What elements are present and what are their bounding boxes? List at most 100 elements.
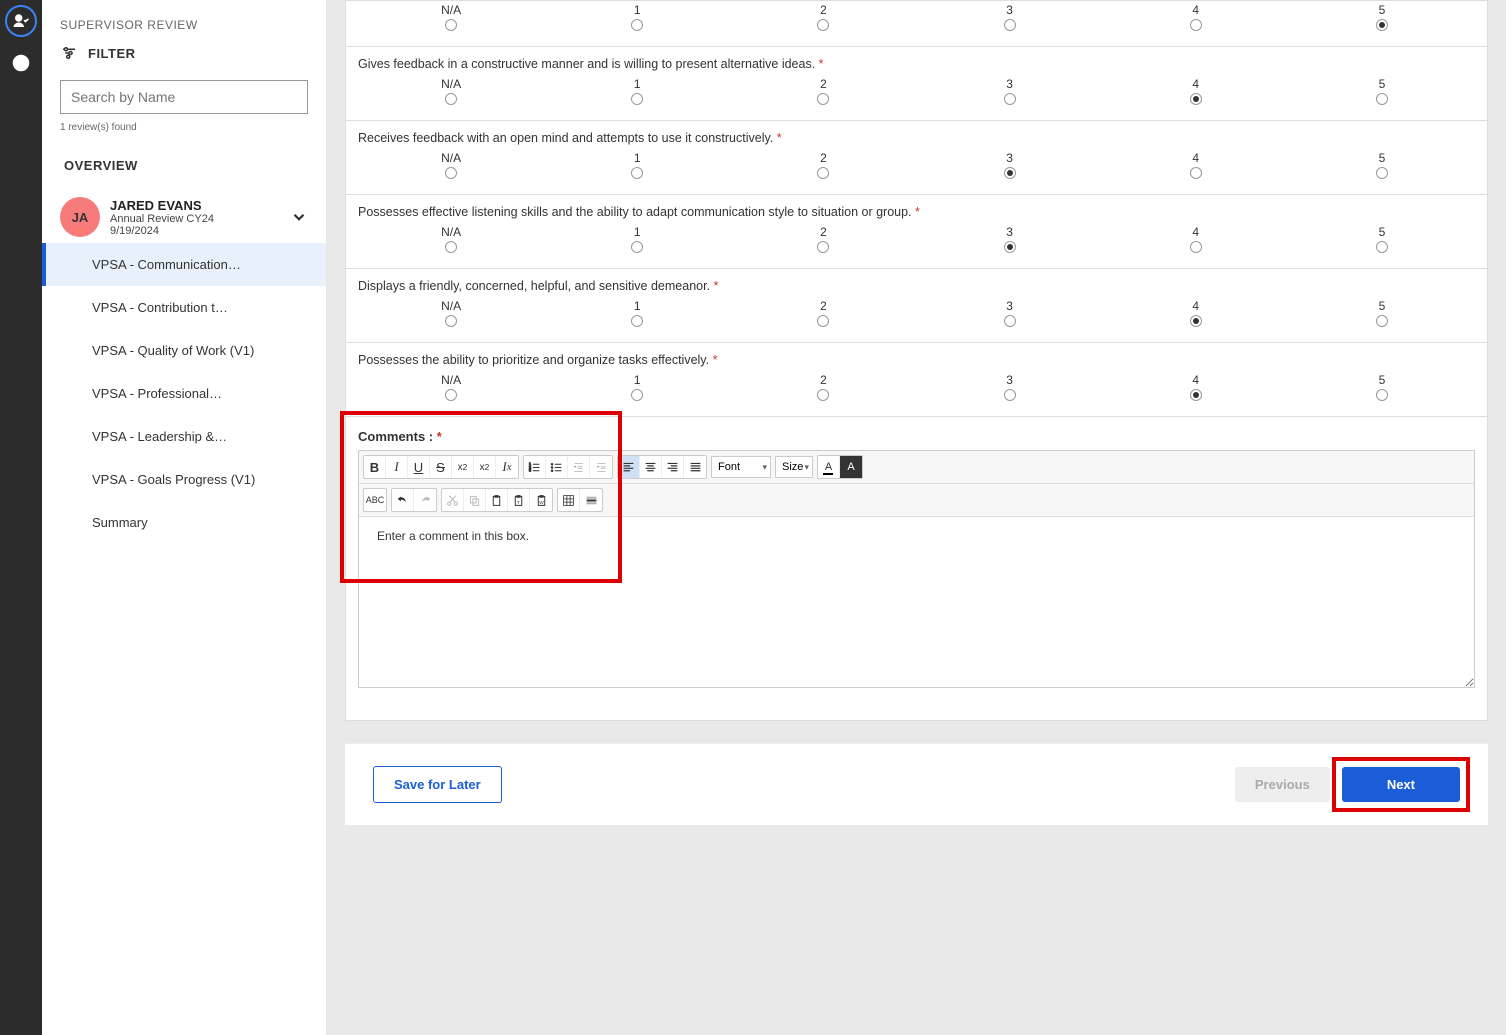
rating-radio[interactable] xyxy=(817,93,829,105)
rating-radio[interactable] xyxy=(631,389,643,401)
filter-label: FILTER xyxy=(88,46,136,61)
list-icon[interactable] xyxy=(5,47,37,79)
rating-radio[interactable] xyxy=(817,389,829,401)
rating-radio[interactable] xyxy=(631,93,643,105)
sidebar-item-summary[interactable]: Summary xyxy=(42,501,326,544)
rating-label: N/A xyxy=(358,77,544,91)
rating-radio[interactable] xyxy=(631,167,643,179)
rating-radio[interactable] xyxy=(1376,167,1388,179)
question-text: Possesses effective listening skills and… xyxy=(358,205,1475,223)
sidebar-item-professional[interactable]: VPSA - Professional… xyxy=(42,372,326,415)
paste-button[interactable] xyxy=(486,489,508,511)
sidebar-item-goals[interactable]: VPSA - Goals Progress (V1) xyxy=(42,458,326,501)
rating-radio[interactable] xyxy=(817,167,829,179)
rating-radio[interactable] xyxy=(817,241,829,253)
rating-label: 4 xyxy=(1103,299,1289,313)
paste-text-button[interactable]: T xyxy=(508,489,530,511)
user-check-icon[interactable] xyxy=(5,5,37,37)
underline-button[interactable]: U xyxy=(408,456,430,478)
font-select[interactable]: Font xyxy=(711,456,771,478)
rating-radio[interactable] xyxy=(1004,241,1016,253)
rating-radio[interactable] xyxy=(445,19,457,31)
clear-format-button[interactable]: Ix xyxy=(496,456,518,478)
paste-word-button[interactable]: W xyxy=(530,489,552,511)
filter-icon xyxy=(60,44,78,62)
undo-button[interactable] xyxy=(392,489,414,511)
rating-label: 2 xyxy=(730,77,916,91)
sidebar-item-communication[interactable]: VPSA - Communication… xyxy=(42,243,326,286)
rating-radio[interactable] xyxy=(445,315,457,327)
rating-radio[interactable] xyxy=(445,389,457,401)
copy-button[interactable] xyxy=(464,489,486,511)
rating-label: 2 xyxy=(730,151,916,165)
rating-radio[interactable] xyxy=(631,19,643,31)
rating-radio[interactable] xyxy=(1190,241,1202,253)
rating-radio[interactable] xyxy=(1004,315,1016,327)
text-color-button[interactable]: A xyxy=(818,456,840,478)
rating-radio[interactable] xyxy=(1376,315,1388,327)
rating-label: 3 xyxy=(917,299,1103,313)
sidebar-item-leadership[interactable]: VPSA - Leadership &… xyxy=(42,415,326,458)
sidebar-item-quality[interactable]: VPSA - Quality of Work (V1) xyxy=(42,329,326,372)
size-select[interactable]: Size xyxy=(775,456,813,478)
bold-button[interactable]: B xyxy=(364,456,386,478)
rating-radio[interactable] xyxy=(1376,19,1388,31)
subscript-button[interactable]: x2 xyxy=(452,456,474,478)
hr-button[interactable] xyxy=(580,489,602,511)
bg-color-button[interactable]: A xyxy=(840,456,862,478)
ordered-list-button[interactable]: 123 xyxy=(524,456,546,478)
rating-radio[interactable] xyxy=(1004,19,1016,31)
superscript-button[interactable]: x2 xyxy=(474,456,496,478)
rating-radio[interactable] xyxy=(631,315,643,327)
rating-radio[interactable] xyxy=(1004,93,1016,105)
rating-option: 1 xyxy=(544,3,730,36)
person-row[interactable]: JA JARED EVANS Annual Review CY24 9/19/2… xyxy=(42,191,326,243)
next-button[interactable]: Next xyxy=(1342,767,1460,802)
rating-radio[interactable] xyxy=(445,241,457,253)
rating-radio[interactable] xyxy=(1376,241,1388,253)
rating-radio[interactable] xyxy=(1190,315,1202,327)
strike-button[interactable]: S xyxy=(430,456,452,478)
comment-textbox[interactable]: Enter a comment in this box. xyxy=(359,517,1474,687)
rating-row: N/A12345 xyxy=(358,75,1475,110)
rating-radio[interactable] xyxy=(1190,167,1202,179)
unordered-list-button[interactable] xyxy=(546,456,568,478)
indent-button[interactable] xyxy=(590,456,612,478)
rating-radio[interactable] xyxy=(631,241,643,253)
rating-radio[interactable] xyxy=(1376,389,1388,401)
table-button[interactable] xyxy=(558,489,580,511)
rating-option: 3 xyxy=(917,225,1103,258)
rating-option: N/A xyxy=(358,77,544,110)
cut-button[interactable] xyxy=(442,489,464,511)
filter-row[interactable]: FILTER xyxy=(42,32,326,68)
italic-button[interactable]: I xyxy=(386,456,408,478)
footer-bar: Save for Later Previous Next xyxy=(345,743,1488,825)
align-justify-button[interactable] xyxy=(684,456,706,478)
previous-button[interactable]: Previous xyxy=(1235,767,1330,802)
rating-radio[interactable] xyxy=(445,93,457,105)
rating-radio[interactable] xyxy=(445,167,457,179)
search-input[interactable] xyxy=(60,80,308,114)
rating-option: 5 xyxy=(1289,151,1475,184)
rating-radio[interactable] xyxy=(1376,93,1388,105)
rating-radio[interactable] xyxy=(1004,167,1016,179)
align-right-button[interactable] xyxy=(662,456,684,478)
align-left-button[interactable] xyxy=(618,456,640,478)
results-count: 1 review(s) found xyxy=(42,118,326,148)
redo-button[interactable] xyxy=(414,489,436,511)
rating-radio[interactable] xyxy=(1190,389,1202,401)
align-center-button[interactable] xyxy=(640,456,662,478)
rating-radio[interactable] xyxy=(1190,93,1202,105)
rating-option: 2 xyxy=(730,225,916,258)
question-text: Gives feedback in a constructive manner … xyxy=(358,57,1475,75)
rating-label: 3 xyxy=(917,373,1103,387)
sidebar-item-contribution[interactable]: VPSA - Contribution t… xyxy=(42,286,326,329)
spellcheck-button[interactable]: ABC xyxy=(364,489,386,511)
rating-radio[interactable] xyxy=(1190,19,1202,31)
editor-toolbar-2: ABC T W xyxy=(359,484,1474,517)
rating-radio[interactable] xyxy=(817,315,829,327)
rating-radio[interactable] xyxy=(1004,389,1016,401)
rating-radio[interactable] xyxy=(817,19,829,31)
save-for-later-button[interactable]: Save for Later xyxy=(373,766,502,803)
outdent-button[interactable] xyxy=(568,456,590,478)
